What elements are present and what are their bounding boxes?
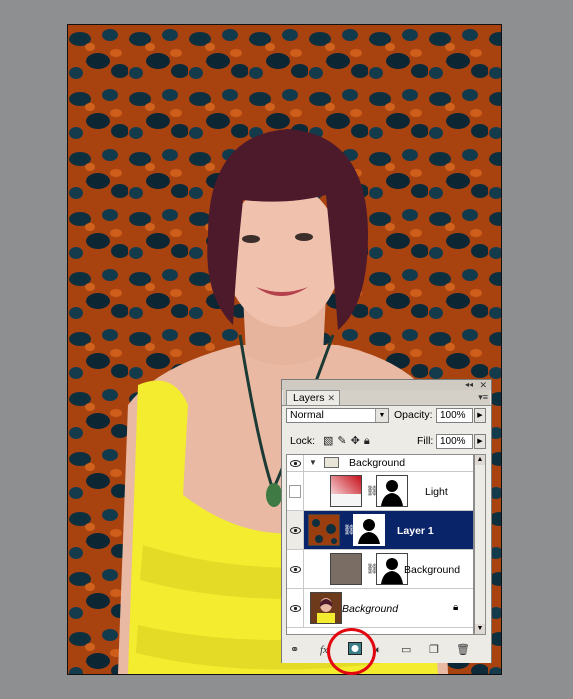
tab-layers[interactable]: Layers ✕ bbox=[286, 390, 340, 405]
layers-list: ▼ Background ⛓ Light ⛓ Layer 1 ⛓ Backgro… bbox=[286, 454, 474, 635]
layer-row-light[interactable]: ⛓ Light bbox=[287, 472, 473, 511]
layers-scrollbar[interactable]: ▲ ▼ bbox=[474, 454, 486, 635]
lock-icons: ▧✎✥🔒︎ bbox=[323, 434, 374, 448]
lock-label: Lock: bbox=[290, 435, 316, 447]
fill-slider-button[interactable]: ▶ bbox=[474, 434, 486, 449]
opacity-label: Opacity: bbox=[394, 409, 433, 421]
layer-name: Background bbox=[404, 564, 461, 576]
close-icon[interactable]: ✕ bbox=[479, 380, 487, 390]
collapse-icon[interactable]: ◂◂ bbox=[465, 380, 473, 390]
highlight-circle bbox=[327, 628, 376, 675]
folder-icon bbox=[324, 457, 339, 468]
layers-panel: ◂◂ ✕ Layers ✕ ▾≡ Normal ▼ Opacity: 100% … bbox=[281, 379, 492, 663]
layer-row-layer-1[interactable]: ⛓ Layer 1 bbox=[287, 511, 473, 550]
layers-bottom-toolbar: ⚭ fx ◐ ▭ ❐ 🗑︎ bbox=[282, 636, 491, 663]
new-layer-icon[interactable]: ❐ bbox=[429, 644, 439, 656]
opacity-input[interactable]: 100% bbox=[436, 408, 473, 423]
layer-name: Background bbox=[349, 457, 406, 469]
tab-close-icon[interactable]: ✕ bbox=[327, 391, 335, 405]
lock-transparent-icon[interactable]: ▧ bbox=[323, 435, 337, 447]
layer-row-group[interactable]: ▼ Background bbox=[287, 455, 473, 472]
lock-pixels-icon[interactable]: ✎ bbox=[337, 435, 350, 447]
layer-thumbnail bbox=[310, 592, 342, 624]
blend-mode-select[interactable]: Normal ▼ bbox=[286, 408, 389, 423]
layer-name: Light bbox=[425, 486, 448, 498]
layer-row-background[interactable]: ⛓ Background bbox=[287, 550, 473, 589]
visibility-eye-icon[interactable] bbox=[287, 455, 304, 471]
lock-all-icon[interactable]: 🔒︎ bbox=[364, 435, 374, 447]
lock-icon: 🔒︎ bbox=[453, 602, 459, 613]
fill-input[interactable]: 100% bbox=[436, 434, 473, 449]
layer-thumbnail bbox=[308, 514, 340, 546]
visibility-eye-icon[interactable] bbox=[287, 550, 304, 588]
layers-panel-body: Normal ▼ Opacity: 100% ▶ Lock: ▧✎✥🔒︎ Fil… bbox=[282, 405, 491, 663]
panel-tab-row: Layers ✕ ▾≡ bbox=[282, 390, 491, 405]
fill-label: Fill: bbox=[417, 435, 434, 447]
visibility-eye-icon[interactable] bbox=[287, 589, 304, 627]
expand-triangle-icon[interactable]: ▼ bbox=[309, 458, 317, 467]
mask-thumbnail[interactable] bbox=[353, 514, 385, 546]
lock-position-icon[interactable]: ✥ bbox=[351, 435, 364, 447]
new-group-folder-icon[interactable]: ▭ bbox=[401, 644, 411, 656]
scroll-down-icon[interactable]: ▼ bbox=[475, 624, 485, 634]
link-layers-icon[interactable]: ⚭ bbox=[290, 644, 299, 656]
scroll-up-icon[interactable]: ▲ bbox=[475, 455, 485, 465]
layer-name: Background bbox=[342, 603, 399, 615]
layer-thumbnail bbox=[330, 475, 362, 507]
layer-row-background-locked[interactable]: Background 🔒︎ bbox=[287, 589, 473, 628]
chevron-down-icon[interactable]: ▼ bbox=[375, 409, 388, 422]
blend-mode-value: Normal bbox=[290, 409, 324, 421]
panel-menu-icon[interactable]: ▾≡ bbox=[478, 392, 488, 402]
visibility-eye-icon[interactable] bbox=[287, 511, 304, 549]
tab-layers-label: Layers bbox=[293, 392, 325, 404]
panel-title-bar[interactable]: ◂◂ ✕ bbox=[282, 380, 491, 390]
visibility-toggle[interactable] bbox=[287, 472, 304, 510]
mask-thumbnail[interactable] bbox=[376, 475, 408, 507]
opacity-slider-button[interactable]: ▶ bbox=[474, 408, 486, 423]
layer-name: Layer 1 bbox=[397, 525, 434, 537]
trash-icon[interactable]: 🗑︎ bbox=[456, 644, 470, 656]
visibility-empty-icon bbox=[289, 485, 301, 498]
layer-thumbnail bbox=[330, 553, 362, 585]
